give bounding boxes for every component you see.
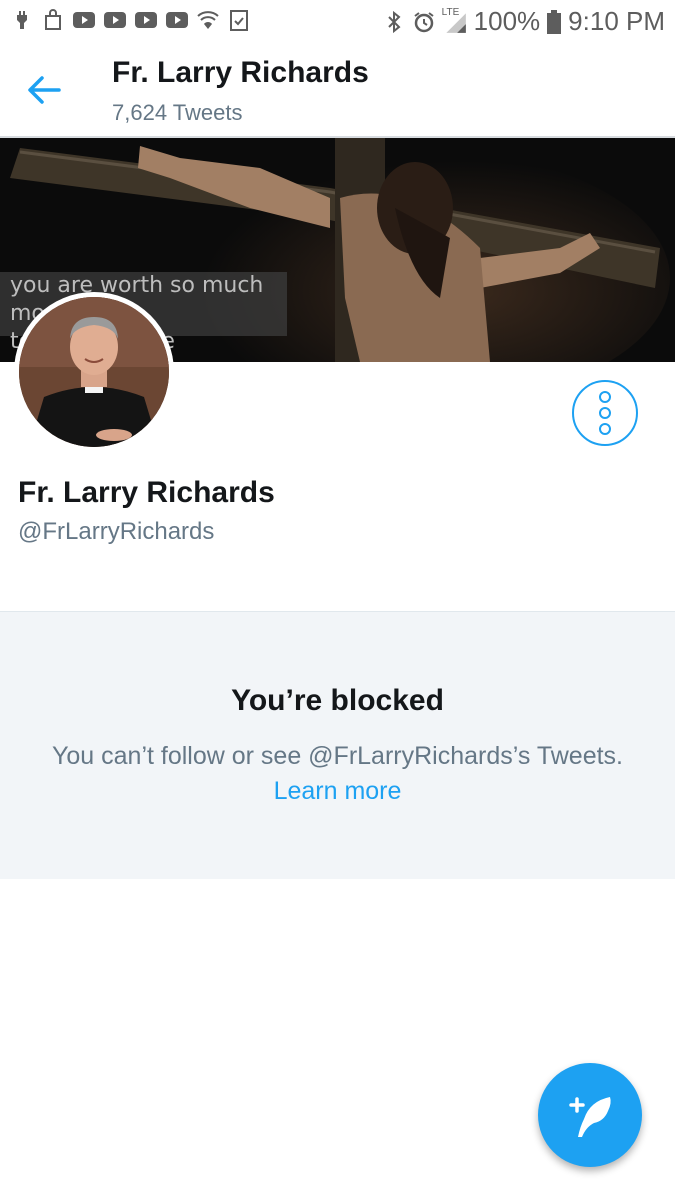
wifi-shield-icon <box>197 11 219 29</box>
youtube-icon <box>104 12 126 28</box>
back-button[interactable] <box>26 72 62 108</box>
youtube-icon <box>135 12 157 28</box>
header-title: Fr. Larry Richards <box>112 56 369 89</box>
avatar-photo <box>19 297 169 447</box>
signal-icon: LTE <box>442 7 468 35</box>
learn-more-link[interactable]: Learn more <box>0 777 675 806</box>
battery-icon <box>547 9 562 34</box>
alarm-icon <box>414 11 434 32</box>
clock: 9:10 PM <box>568 6 665 36</box>
system-status: LTE 100% 9:10 PM <box>382 6 665 37</box>
profile-name: Fr. Larry Richards <box>18 476 275 509</box>
bluetooth-icon <box>387 10 401 33</box>
status-bar: LTE 100% 9:10 PM <box>0 0 675 44</box>
profile-header-bar: Fr. Larry Richards 7,624 Tweets <box>0 44 675 138</box>
dot-icon <box>599 407 611 419</box>
battery-percentage: 100% <box>473 6 541 36</box>
youtube-icon <box>166 12 188 28</box>
checklist-icon <box>230 10 248 31</box>
more-options-button[interactable] <box>572 380 638 446</box>
blocked-message: You can’t follow or see @FrLarryRichards… <box>52 742 623 770</box>
blocked-title: You’re blocked <box>231 684 444 717</box>
shopping-bag-icon <box>45 9 61 30</box>
compose-feather-icon <box>569 1097 611 1137</box>
dot-icon <box>599 391 611 403</box>
tweet-count: 7,624 Tweets <box>112 100 243 125</box>
compose-tweet-button[interactable] <box>538 1063 642 1167</box>
usb-icon <box>17 11 27 29</box>
arrow-left-icon <box>28 76 61 104</box>
profile-avatar[interactable] <box>14 292 174 452</box>
profile-handle: @FrLarryRichards <box>18 518 215 545</box>
notification-icons <box>10 8 251 32</box>
youtube-icon <box>73 12 95 28</box>
dot-icon <box>599 423 611 435</box>
blocked-notice: You’re blocked You can’t follow or see @… <box>0 611 675 879</box>
